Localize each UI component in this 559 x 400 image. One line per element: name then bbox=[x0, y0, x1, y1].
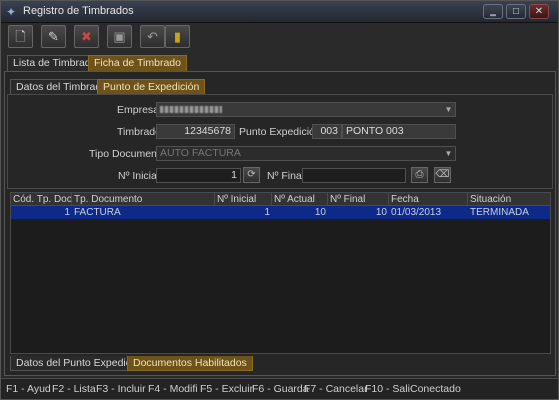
save-button[interactable]: ▣ bbox=[107, 25, 132, 48]
new-button[interactable]: 🗋 bbox=[8, 25, 33, 48]
print-button[interactable]: ⎙ bbox=[411, 167, 428, 183]
toolbar: 🗋 ✎ ✖ ▣ ↶ ▮ bbox=[4, 25, 556, 50]
status-f5-exclude: F5 - Excluir bbox=[200, 383, 254, 395]
table-cell: FACTURA bbox=[74, 207, 121, 218]
cancel-icon: ↶ bbox=[147, 29, 158, 44]
table-cell: 10 bbox=[314, 207, 326, 218]
column-header[interactable]: Cód. Tp. Doc. bbox=[11, 193, 72, 206]
table-row[interactable]: 1 FACTURA 1 10 10 01/03/2013 TERMINADA bbox=[11, 206, 550, 219]
table-cell: 10 bbox=[375, 207, 387, 218]
tab-punto-expedicion[interactable]: Punto de Expedición bbox=[97, 79, 206, 95]
cancel-button[interactable]: ↶ bbox=[140, 25, 165, 48]
app-window: ✦ Registro de Timbrados ‗ □ ✕ 🗋 ✎ ✖ ▣ ↶ … bbox=[0, 0, 559, 400]
title-bar[interactable]: ✦ Registro de Timbrados ‗ □ ✕ bbox=[1, 1, 558, 23]
status-f1-help: F1 - Ayud bbox=[6, 383, 51, 395]
column-header[interactable]: Tp. Documento bbox=[72, 193, 215, 206]
delete-button[interactable]: ✖ bbox=[74, 25, 99, 48]
timbrado-field[interactable]: 12345678 bbox=[156, 124, 235, 139]
status-f7-cancel: F7 - Cancelar bbox=[304, 383, 368, 395]
tab-ficha-timbrado[interactable]: Ficha de Timbrado bbox=[88, 55, 187, 71]
save-icon: ▣ bbox=[113, 29, 126, 44]
empresa-value-redacted bbox=[160, 106, 222, 113]
table-cell: 1 bbox=[64, 207, 70, 218]
timbrado-label: Timbrado bbox=[117, 126, 161, 138]
connection-status: Conectado bbox=[410, 383, 461, 395]
column-header[interactable]: Situación bbox=[468, 193, 550, 206]
punto-expedicion-label: Punto Expedición bbox=[239, 126, 321, 138]
print-icon: ⎙ bbox=[415, 169, 424, 180]
column-header[interactable]: Nº Inicial bbox=[215, 193, 272, 206]
column-header[interactable]: Fecha bbox=[389, 193, 468, 206]
status-f3-include: F3 - Incluir bbox=[96, 383, 146, 395]
delete-icon: ✖ bbox=[81, 29, 92, 44]
app-logo-icon: ✦ bbox=[6, 5, 17, 19]
numero-inicial-field[interactable]: 1 bbox=[156, 168, 241, 183]
maximize-button[interactable]: □ bbox=[506, 4, 526, 19]
edit-button[interactable]: ✎ bbox=[41, 25, 66, 48]
status-f10-exit: F10 - Sali bbox=[365, 383, 410, 395]
column-header[interactable]: Nº Final bbox=[328, 193, 389, 206]
exit-button[interactable]: ▮ bbox=[165, 25, 190, 48]
status-f2-list: F2 - Lista bbox=[52, 383, 96, 395]
new-document-icon: 🗋 bbox=[15, 29, 26, 44]
close-button[interactable]: ✕ bbox=[529, 4, 549, 19]
minimize-button[interactable]: ‗ bbox=[483, 4, 503, 19]
column-header[interactable]: Nº Actual bbox=[272, 193, 328, 206]
numero-final-field[interactable] bbox=[302, 168, 406, 183]
tipo-documento-select[interactable]: AUTO FACTURA ▼ bbox=[156, 146, 456, 161]
window-title: Registro de Timbrados bbox=[23, 5, 134, 17]
edit-icon: ✎ bbox=[48, 29, 59, 44]
numero-final-label: Nº Final bbox=[267, 170, 305, 182]
grid-header: Cód. Tp. Doc. Tp. Documento Nº Inicial N… bbox=[11, 193, 550, 206]
status-f4-modify: F4 - Modifi bbox=[148, 383, 198, 395]
tipo-documento-value: AUTO FACTURA bbox=[160, 147, 241, 159]
refresh-button[interactable]: ⟳ bbox=[243, 167, 260, 183]
exit-icon: ▮ bbox=[173, 29, 182, 44]
eraser-icon: ⌫ bbox=[435, 169, 450, 180]
documentos-grid: Cód. Tp. Doc. Tp. Documento Nº Inicial N… bbox=[10, 192, 551, 354]
table-cell: 1 bbox=[264, 207, 270, 218]
table-cell: 01/03/2013 bbox=[391, 207, 442, 218]
punto-code-field[interactable]: 003 bbox=[312, 124, 342, 139]
status-f6-save: F6 - Guarda bbox=[252, 383, 309, 395]
numero-inicial-label: Nº Inicial bbox=[118, 170, 160, 182]
empresa-select[interactable]: ▼ bbox=[156, 102, 456, 117]
refresh-icon: ⟳ bbox=[247, 169, 256, 180]
tipo-documento-label: Tipo Documento bbox=[89, 148, 166, 160]
tab-documentos-habilitados[interactable]: Documentos Habilitados bbox=[127, 356, 253, 371]
chevron-down-icon: ▼ bbox=[444, 149, 453, 158]
status-bar: F1 - Ayud F2 - Lista F3 - Incluir F4 - M… bbox=[1, 378, 558, 399]
punto-name-field[interactable]: PONTO 003 bbox=[342, 124, 456, 139]
clear-button[interactable]: ⌫ bbox=[434, 167, 451, 183]
empresa-label: Empresa bbox=[117, 104, 160, 116]
chevron-down-icon: ▼ bbox=[444, 105, 453, 114]
table-cell: TERMINADA bbox=[470, 207, 529, 218]
